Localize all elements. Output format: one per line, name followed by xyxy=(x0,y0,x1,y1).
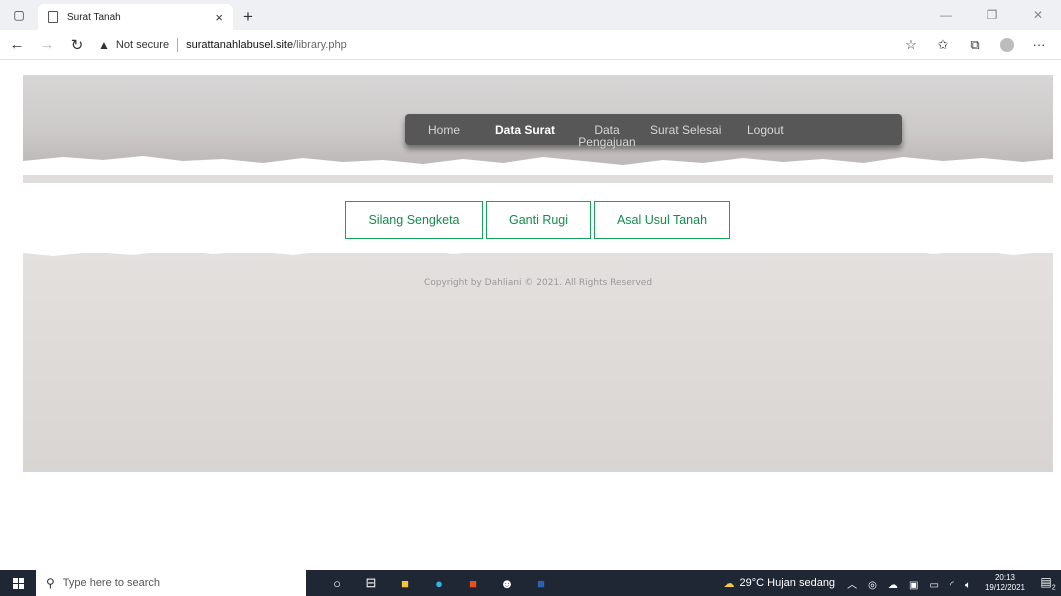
nav-home[interactable]: Home xyxy=(428,124,460,136)
collections-icon[interactable]: ⧉ xyxy=(959,32,991,58)
favorite-icon[interactable]: ☆ xyxy=(895,32,927,58)
taskbar-apps: ○ ⊟ ■ ● ■ ☻ ■ xyxy=(320,570,558,596)
close-window-icon[interactable]: ✕ xyxy=(1015,0,1061,30)
file-explorer-icon[interactable]: ■ xyxy=(388,570,422,596)
tab-strip: ▢ Surat Tanah × + — ❐ ✕ xyxy=(0,0,1061,30)
office-icon[interactable]: ■ xyxy=(456,570,490,596)
start-button[interactable] xyxy=(0,570,36,596)
word-icon[interactable]: ■ xyxy=(524,570,558,596)
tray-icons: ︿ ◎ ☁ ▣ ▭ ◜ 🔈︎ xyxy=(843,576,975,591)
forward-icon[interactable]: → xyxy=(34,32,60,58)
minimize-icon[interactable]: — xyxy=(923,0,969,30)
url-domain: surattanahlabusel.site xyxy=(186,38,294,51)
page-icon xyxy=(48,11,58,23)
edge-icon[interactable]: ● xyxy=(422,570,456,596)
copyright-text: Copyright by Dahliani © 2021. All Rights… xyxy=(423,278,653,288)
browser-toolbar: ← → ↻ ▲ Not secure surattanahlabusel.sit… xyxy=(0,30,1061,60)
tray-app2-icon[interactable]: ▣ xyxy=(909,580,918,591)
task-view-icon[interactable]: ⊟ xyxy=(354,570,388,596)
address-bar[interactable]: ▲ Not secure surattanahlabusel.site/libr… xyxy=(98,33,895,57)
search-icon: ⚲ xyxy=(46,576,55,590)
ganti-rugi-button[interactable]: Ganti Rugi xyxy=(486,201,591,239)
taskbar: ⚲ Type here to search ○ ⊟ ■ ● ■ ☻ ■ ☁ 29… xyxy=(0,570,1061,596)
cortana-icon[interactable]: ○ xyxy=(320,570,354,596)
search-placeholder: Type here to search xyxy=(62,577,161,589)
browser-tab[interactable]: Surat Tanah × xyxy=(38,4,233,30)
nav-data-surat[interactable]: Data Surat xyxy=(495,124,555,136)
nav-surat-selesai[interactable]: Surat Selesai xyxy=(650,124,721,136)
security-label[interactable]: Not secure xyxy=(116,39,169,51)
tab-title: Surat Tanah xyxy=(67,11,121,23)
tray-app-icon[interactable]: ◎ xyxy=(868,580,877,591)
battery-icon[interactable]: ▭ xyxy=(930,580,939,591)
notification-count: 2 xyxy=(1051,584,1056,592)
emoji-app-icon[interactable]: ☻ xyxy=(490,570,524,596)
clock-time: 20:13 xyxy=(994,573,1015,582)
toolbar-actions: ☆ ✩ ⧉ ··· xyxy=(895,32,1055,58)
restore-icon[interactable]: ❐ xyxy=(969,0,1015,30)
torn-paper-edge-bottom xyxy=(23,243,1053,256)
favorites-list-icon[interactable]: ✩ xyxy=(927,32,959,58)
back-icon[interactable]: ← xyxy=(4,32,30,58)
taskbar-search[interactable]: ⚲ Type here to search xyxy=(36,570,306,596)
url-text[interactable]: surattanahlabusel.site/library.php xyxy=(186,39,347,51)
notifications-icon[interactable]: ▤2 xyxy=(1035,575,1061,591)
new-tab-button[interactable]: + xyxy=(235,4,261,30)
refresh-icon[interactable]: ↻ xyxy=(64,32,90,58)
asal-usul-tanah-button[interactable]: Asal Usul Tanah xyxy=(594,201,730,239)
clock-date: 19/12/2021 xyxy=(984,583,1025,592)
weather-text[interactable]: 29°C Hujan sedang xyxy=(740,577,836,589)
profile-avatar[interactable] xyxy=(1000,37,1014,52)
url-path: /library.php xyxy=(293,38,347,51)
torn-paper-edge-top xyxy=(23,156,1053,175)
nav-logout[interactable]: Logout xyxy=(747,124,784,136)
silang-sengketa-button[interactable]: Silang Sengketa xyxy=(345,201,483,239)
nav-data-pengajuan[interactable]: Data Pengajuan xyxy=(577,124,637,148)
chevron-up-icon[interactable]: ︿ xyxy=(847,580,857,591)
close-tab-icon[interactable]: × xyxy=(215,10,223,25)
window-controls: — ❐ ✕ xyxy=(923,0,1061,30)
cloud-icon[interactable]: ☁ xyxy=(888,580,898,591)
tab-actions-icon[interactable]: ▢ xyxy=(0,0,38,30)
volume-icon[interactable]: 🔈︎ xyxy=(965,580,971,591)
main-nav: Home Data Surat Data Pengajuan Surat Sel… xyxy=(405,114,902,148)
more-icon[interactable]: ··· xyxy=(1023,32,1055,58)
system-tray: ☁ 29°C Hujan sedang ︿ ◎ ☁ ▣ ▭ ◜ 🔈︎ 20:13… xyxy=(724,570,1061,596)
page-body: Home Data Surat Data Pengajuan Surat Sel… xyxy=(23,75,1053,472)
weather-icon[interactable]: ☁ xyxy=(724,577,735,590)
network-icon[interactable]: ◜ xyxy=(950,580,954,591)
clock[interactable]: 20:13 19/12/2021 xyxy=(985,573,1025,593)
windows-logo-icon xyxy=(12,577,24,589)
warning-icon: ▲ xyxy=(98,37,110,52)
divider xyxy=(177,37,179,52)
